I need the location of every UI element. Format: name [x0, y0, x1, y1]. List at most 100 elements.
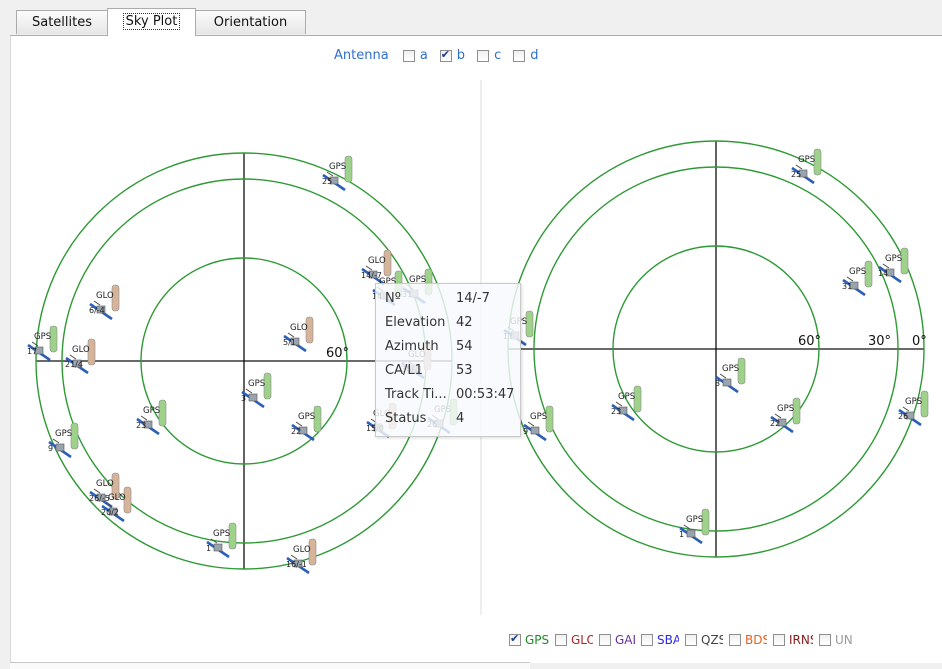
tooltip-row: Elevation 42 [385, 313, 473, 333]
satellite-tooltip: Nº 14/-7 Elevation 42 Azimuth 54 CA/L1 53 Track … [375, 283, 521, 437]
elevation-label: 0° [912, 334, 927, 349]
gnss-window: SatellitesSky PlotOrientation Antenna ab… [0, 0, 942, 669]
constellation-checkbox[interactable] [599, 633, 611, 646]
constellation-option-glo[interactable]: GLO [555, 629, 593, 650]
constellation-filter: GPS GLO GAL SBAS QZSS BDS IRNSS UN [509, 629, 861, 649]
satellite-marker[interactable]: GLO 21/4 [65, 338, 96, 375]
elevation-label: 60° [798, 334, 821, 349]
satellite-id-label: 3 [715, 379, 720, 388]
constellation-checkbox[interactable] [555, 633, 567, 646]
satellite-id-label: 26 [898, 412, 908, 421]
satellite-id-label: 17 [27, 347, 37, 356]
satellite-id-label: 1 [206, 544, 211, 553]
tooltip-value: 00:53:47 [456, 387, 515, 402]
satellite-id-label: 25 [791, 170, 801, 179]
satellite-marker[interactable]: GLO 6/-4 [89, 284, 120, 321]
satellite-id-label: 6/-4 [89, 306, 105, 315]
satellite-id-label: 23 [611, 407, 621, 416]
tooltip-key: Elevation [385, 315, 446, 330]
satellite-marker[interactable]: GPS 23 [136, 399, 167, 436]
constellation-option-qzss[interactable]: QZSS [685, 629, 723, 650]
satellite-system-label: GPS [530, 412, 547, 422]
satellite-id-label: 1 [679, 530, 684, 539]
constellation-option-gps[interactable]: GPS [509, 629, 549, 650]
satellite-id-label: 9 [523, 427, 528, 436]
sky-plot-right: 60° 30° 0° [507, 140, 927, 558]
satellite-marker[interactable]: GPS 22 [770, 397, 801, 434]
satellite-id-label: 21/4 [65, 360, 83, 369]
satellite-marker[interactable]: GLO 5/1 [283, 316, 314, 353]
tooltip-value: 4 [456, 411, 465, 426]
constellation-option-sbas[interactable]: SBAS [641, 629, 679, 650]
satellite-marker[interactable]: GLO 16/-1 [286, 538, 317, 575]
constellation-label: GPS [525, 632, 549, 647]
constellation-label: SBAS [657, 632, 679, 647]
satellite-system-label: GPS [686, 515, 703, 525]
constellation-label: UN [835, 632, 853, 647]
satellite-marker[interactable]: GPS 31 [842, 260, 873, 297]
satellite-marker[interactable]: GPS1 [679, 508, 710, 545]
satellite-id-label: 22 [770, 419, 780, 428]
satellite-marker[interactable]: GPS3 [715, 357, 746, 394]
satellite-system-label: GLO [96, 479, 114, 489]
tooltip-value: 54 [456, 339, 473, 354]
satellite-marker[interactable]: GPS 25 [791, 148, 822, 185]
satellite-marker[interactable]: GPS 26 [898, 390, 929, 427]
satellite-system-label: GLO [96, 291, 114, 301]
satellite-marker[interactable]: GPS 25 [322, 155, 353, 192]
satellite-system-label: GPS [248, 379, 265, 389]
satellite-system-label: GPS [777, 404, 794, 414]
satellite-system-label: GPS [849, 267, 866, 277]
satellite-id-label: 25 [322, 177, 332, 186]
satellite-system-label: GPS [885, 254, 902, 264]
constellation-option-un[interactable]: UN [819, 629, 855, 650]
satellite-system-label: GLO [108, 493, 126, 503]
constellation-checkbox[interactable] [685, 633, 697, 646]
satellite-system-label: GPS [34, 332, 51, 342]
satellite-system-label: GLO [293, 545, 311, 555]
constellation-option-bds[interactable]: BDS [729, 629, 767, 650]
satellite-system-label: GPS [143, 406, 160, 416]
satellite-id-label: 3 [241, 394, 246, 403]
satellite-marker[interactable]: GPS 17 [27, 325, 58, 362]
tooltip-key: Status [385, 411, 427, 426]
tooltip-value: 42 [456, 315, 473, 330]
constellation-label: IRNSS [789, 632, 813, 647]
tooltip-row: Nº 14/-7 [385, 289, 490, 309]
satellite-system-label: GLO [72, 345, 90, 355]
tooltip-key: Track Ti... [385, 387, 447, 402]
satellite-id-label: 20/2 [101, 508, 119, 517]
constellation-checkbox[interactable] [773, 633, 785, 646]
satellite-marker[interactable]: GPS9 [48, 422, 79, 459]
constellation-label: QZSS [701, 632, 723, 647]
tooltip-row: Status 4 [385, 409, 464, 429]
satellite-system-label: GPS [798, 155, 815, 165]
satellite-id-label: 14 [878, 269, 888, 278]
satellite-marker[interactable]: GPS3 [241, 372, 272, 409]
satellite-marker[interactable]: GPS9 [523, 405, 554, 442]
satellite-id-label: 23 [136, 421, 146, 430]
constellation-option-irnss[interactable]: IRNSS [773, 629, 813, 650]
satellite-id-label: 9 [48, 444, 53, 453]
elevation-label: 60° [326, 346, 349, 361]
satellite-id-label: 5/1 [283, 338, 296, 347]
constellation-option-gal[interactable]: GAL [599, 629, 635, 650]
satellite-marker[interactable]: GPS 14 [878, 247, 909, 284]
satellite-system-label: GLO [290, 323, 308, 333]
constellation-checkbox[interactable] [729, 633, 741, 646]
tooltip-key: Azimuth [385, 339, 439, 354]
tooltip-key: Nº [385, 291, 401, 306]
satellite-system-label: GPS [905, 397, 922, 407]
constellation-checkbox[interactable] [641, 633, 653, 646]
satellite-system-label: GPS [298, 412, 315, 422]
constellation-checkbox[interactable] [509, 632, 521, 646]
satellite-id-label: 22 [291, 427, 301, 436]
tooltip-key: CA/L1 [385, 363, 423, 378]
constellation-checkbox[interactable] [819, 633, 831, 646]
satellite-system-label: GPS [55, 429, 72, 439]
tooltip-row: CA/L1 53 [385, 361, 473, 381]
satellite-system-label: GPS [329, 162, 346, 172]
tab-sky-plot[interactable]: Sky Plot [107, 8, 196, 36]
constellation-label: GLO [571, 632, 593, 647]
tooltip-value: 14/-7 [456, 291, 490, 306]
